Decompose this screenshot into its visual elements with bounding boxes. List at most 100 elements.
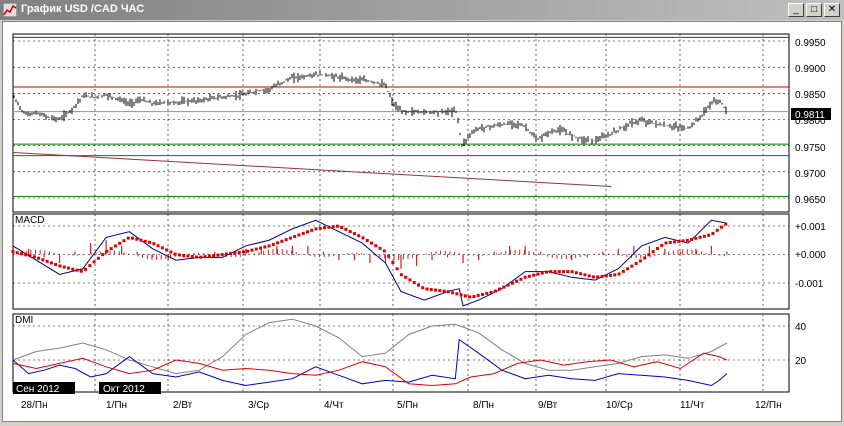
macd-panel-label: MACD — [15, 215, 44, 226]
macd-signal-point — [207, 254, 211, 258]
macd-signal-point — [131, 236, 135, 240]
macd-signal-point — [664, 241, 668, 245]
macd-signal-point — [604, 274, 608, 278]
macd-signal-point — [233, 251, 237, 255]
macd-signal-point — [591, 275, 595, 279]
macd-signal-point — [724, 222, 728, 226]
macd-signal-point — [365, 238, 369, 242]
macd-signal-point — [655, 247, 659, 251]
macd-signal-point — [681, 239, 685, 243]
macd-signal-point — [263, 245, 267, 249]
macd-signal-point — [241, 250, 245, 254]
macd-signal-point — [566, 270, 570, 274]
macd-signal-point — [673, 240, 677, 244]
macd-signal-point — [66, 266, 70, 270]
macd-signal-point — [139, 238, 143, 242]
macd-signal-point — [276, 241, 280, 245]
macd-signal-point — [20, 252, 24, 256]
price-y-tick: 0.9900 — [795, 64, 826, 75]
macd-signal-point — [694, 236, 698, 240]
dmi-y-tick: 40 — [795, 322, 807, 333]
macd-signal-point — [698, 235, 702, 239]
macd-signal-point — [126, 236, 130, 240]
dmi-panel-label: DMI — [15, 315, 33, 326]
macd-signal-point — [506, 283, 510, 287]
time-axis-label: 2/Вт — [173, 400, 193, 411]
macd-signal-point — [711, 231, 715, 235]
macd-signal-point — [28, 254, 32, 258]
macd-signal-point — [212, 254, 216, 258]
macd-signal-point — [459, 293, 463, 297]
macd-signal-point — [536, 272, 540, 276]
macd-signal-point — [553, 270, 557, 274]
price-y-tick: 0.9950 — [795, 38, 826, 49]
macd-signal-point — [246, 249, 250, 253]
macd-signal-point — [480, 292, 484, 296]
macd-signal-point — [557, 270, 561, 274]
macd-signal-point — [203, 255, 207, 259]
macd-signal-point — [301, 231, 305, 235]
macd-signal-point — [109, 247, 113, 251]
macd-signal-point — [224, 252, 228, 256]
macd-signal-point — [617, 272, 621, 276]
chart-canvas[interactable]: MACD DMI 0.9950 0.9900 0.9850 0.9800 0.9… — [3, 22, 841, 421]
macd-signal-point — [220, 253, 224, 257]
macd-signal-point — [647, 253, 651, 257]
macd-signal-point — [412, 281, 416, 285]
macd-signal-point — [32, 255, 36, 259]
macd-signal-point — [84, 267, 88, 271]
macd-signal-point — [587, 274, 591, 278]
macd-signal-point — [15, 251, 19, 255]
macd-signal-point — [438, 289, 442, 293]
macd-signal-point — [545, 270, 548, 274]
macd-signal-point — [331, 225, 335, 229]
macd-signal-point — [630, 264, 634, 268]
macd-signal-point — [348, 230, 352, 234]
macd-signal-point — [677, 239, 681, 243]
time-axis-label: 8/Пн — [473, 400, 494, 411]
chart-app-icon — [3, 3, 17, 17]
macd-signal-point — [284, 238, 288, 242]
macd-signal-point — [621, 269, 625, 273]
macd-signal-point — [715, 228, 719, 232]
minimize-button[interactable]: _ — [788, 3, 804, 17]
macd-signal-point — [361, 236, 365, 240]
macd-signal-point — [288, 236, 292, 240]
macd-signal-point — [685, 238, 689, 242]
macd-signal-point — [62, 265, 66, 269]
macd-signal-point — [182, 253, 186, 257]
macd-signal-point — [216, 253, 220, 257]
macd-signal-point — [314, 227, 318, 231]
macd-signal-point — [105, 249, 109, 253]
macd-signal-point — [148, 240, 152, 244]
macd-signal-point — [327, 225, 331, 229]
macd-signal-point — [271, 242, 275, 246]
macd-signal-point — [702, 234, 706, 238]
macd-signal-point — [310, 228, 314, 232]
macd-signal-point — [421, 286, 425, 290]
macd-signal-point — [574, 271, 578, 275]
chart-window-body[interactable]: MACD DMI 0.9950 0.9900 0.9850 0.9800 0.9… — [2, 21, 842, 422]
time-axis-label: 4/Чт — [324, 400, 344, 411]
window-titlebar[interactable]: График USD /CAD ЧАС _ □ ✕ — [0, 0, 844, 20]
macd-signal-point — [122, 239, 126, 243]
maximize-button[interactable]: □ — [806, 3, 822, 17]
macd-signal-point — [395, 267, 399, 271]
price-panel-frame — [12, 33, 790, 213]
time-axis-label: 11/Чт — [680, 400, 705, 411]
macd-signal-point — [489, 290, 493, 294]
macd-signal-point — [135, 237, 139, 241]
macd-signal-point — [199, 255, 203, 259]
macd-signal-point — [250, 248, 254, 252]
time-axis-label: 3/Ср — [248, 400, 270, 411]
macd-signal-point — [519, 277, 523, 281]
macd-signal-point — [75, 268, 79, 272]
time-axis-label: 9/Вт — [538, 400, 558, 411]
macd-signal-point — [651, 250, 655, 254]
macd-signal-point — [510, 281, 514, 285]
macd-signal-point — [532, 273, 536, 277]
time-axis-label: 10/Ср — [606, 400, 633, 411]
close-button[interactable]: ✕ — [824, 3, 840, 17]
macd-signal-point — [259, 246, 263, 250]
macd-signal-point — [387, 254, 391, 258]
